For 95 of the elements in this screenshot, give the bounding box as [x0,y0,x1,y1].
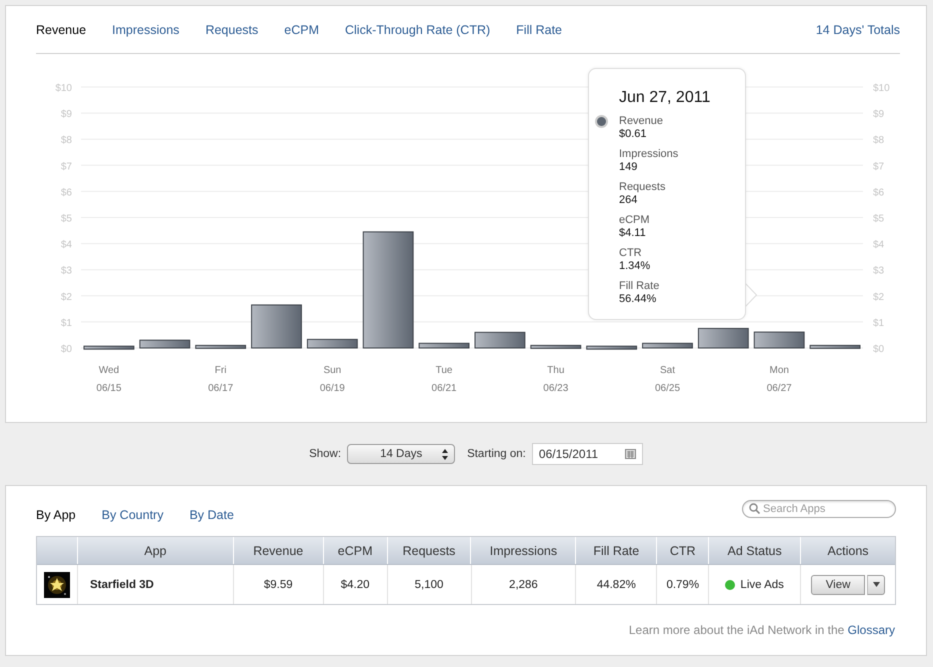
column-header: Ad Status [708,537,800,564]
axis-label: Mon 06/27 [766,365,792,394]
tooltip-label: CTR [619,247,643,260]
axis-label: $10 [55,83,72,94]
view-button[interactable]: View [811,574,866,594]
tab[interactable]: Revenue [36,23,100,37]
tooltip-value: $0.61 [619,128,648,141]
updown-icon [442,448,448,460]
column-header: Fill Rate [575,537,656,564]
bar[interactable] [642,342,693,348]
column-header: Actions [800,537,895,564]
axis-label: $2 [60,292,72,303]
axis-label: $3 [873,266,884,277]
start-label: Starting on: [467,448,526,460]
tab[interactable]: Click-Through Rate (CTR) [332,23,504,37]
tab[interactable]: Requests [192,23,272,37]
axis-label: Thu 06/23 [543,365,568,394]
bar[interactable] [754,332,805,348]
tab[interactable]: By App [36,508,89,522]
axis-label: $8 [60,135,72,146]
axis-label: $9 [60,109,72,120]
date-field[interactable]: 06/15/2011 [532,443,643,465]
bar[interactable] [474,332,526,348]
axis-label: $7 [60,161,72,172]
period-select[interactable]: 14 Days [347,444,456,464]
column-header: Impressions [470,537,576,564]
tooltip-value: 1.34% [619,260,652,273]
column-header: CTR [656,537,708,564]
tab[interactable]: eCPM [271,23,332,37]
bar[interactable] [530,344,582,349]
axis-label: $10 [873,83,890,94]
tab[interactable]: By Date [176,508,247,522]
axis-label: Sat 06/25 [654,365,680,394]
tooltip-date: Jun 27, 2011 [619,89,710,107]
table-cell: $4.20 [322,565,387,604]
axis-label: $4 [60,240,72,251]
bar[interactable] [251,304,302,348]
axis-label: $3 [60,266,72,277]
status-label: Live Ads [740,578,784,590]
axis-label: $1 [60,318,72,329]
footer-text: Learn more about the iAd Network in the Glossary [628,623,895,637]
totals-link[interactable]: 14 Days' Totals [816,23,900,37]
table-cell: 0.79% [656,565,708,604]
show-label: Show: [309,448,342,460]
axis-label: $8 [873,135,884,146]
bar[interactable] [84,346,134,350]
search-icon [749,503,760,514]
axis-label: $5 [60,214,72,224]
axis-label: $2 [873,292,884,303]
caret-icon [872,582,880,587]
axis-label: $5 [873,214,884,224]
glossary-link[interactable]: Glossary [848,623,895,637]
tooltip-value: 149 [619,161,638,174]
axis-label: $6 [873,187,884,198]
bar[interactable] [362,231,414,348]
tooltip-value: 264 [619,194,638,207]
table-cell: $9.59 [232,565,323,604]
tooltip-label: Revenue [619,115,664,128]
bar[interactable] [139,340,190,348]
column-header: Revenue [232,537,323,564]
column-header: Requests [386,537,470,564]
dropdown-button[interactable] [867,574,886,594]
tooltip-value: $4.11 [619,227,647,240]
axis-label: $4 [873,240,884,251]
axis-label: $0 [60,344,72,355]
table-cell: 5,100 [386,565,470,604]
table-cell: Starfield 3D [76,565,233,604]
bar[interactable] [698,328,749,348]
bar[interactable] [306,338,358,348]
axis-label: Fri 06/17 [208,365,234,394]
axis-label: Tue 06/21 [432,365,457,394]
axis-label: Wed 06/15 [96,365,122,394]
tooltip-label: Fill Rate [619,280,660,293]
table-cell: 2,286 [470,565,576,604]
column-header: App [76,537,233,564]
column-header: eCPM [322,537,387,564]
tooltip-label: eCPM [619,214,651,227]
axis-label: $1 [873,318,884,329]
axis-label: $0 [873,344,884,355]
bar[interactable] [418,342,470,348]
axis-label: Sun 06/19 [320,365,345,394]
tooltip-label: Requests [619,181,666,194]
axis-label: $6 [60,187,72,198]
tab[interactable]: By Country [88,508,176,522]
tab[interactable]: Fill Rate [503,23,575,37]
table-cell: 44.82% [575,565,656,604]
tab[interactable]: Impressions [99,23,192,37]
bar[interactable] [195,344,246,349]
calendar-icon[interactable] [624,449,636,459]
axis-label: $7 [873,161,884,172]
axis-label: $9 [873,109,884,120]
bar[interactable] [810,344,860,349]
bar[interactable] [586,346,638,350]
tooltip-label: Impressions [619,148,680,161]
tooltip-value: 56.44% [619,293,658,306]
